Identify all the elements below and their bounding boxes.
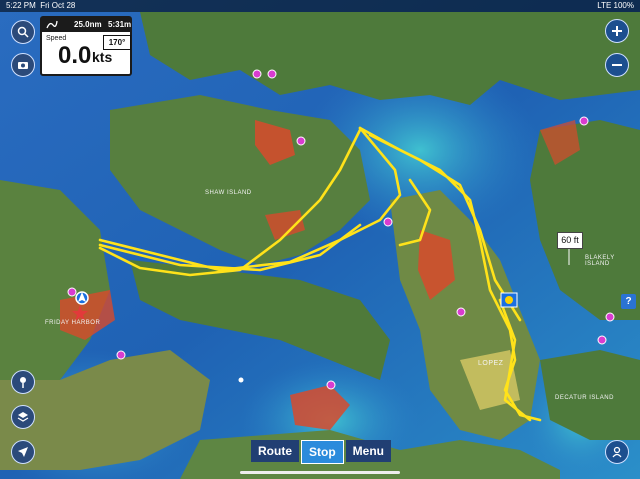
speed-label: Speed bbox=[46, 35, 67, 42]
marina-marker[interactable] bbox=[252, 69, 262, 79]
minus-icon bbox=[612, 64, 622, 66]
marina-marker[interactable] bbox=[296, 136, 306, 146]
person-icon bbox=[612, 446, 622, 458]
locate-button[interactable] bbox=[11, 440, 35, 464]
distance-value: 25.0nm bbox=[74, 20, 102, 29]
layers-icon bbox=[17, 412, 29, 422]
search-icon bbox=[17, 26, 29, 38]
location-arrow-icon bbox=[18, 447, 28, 457]
heading-value: 170° bbox=[103, 35, 131, 50]
camera-icon bbox=[18, 62, 28, 69]
help-icon: ? bbox=[625, 296, 632, 307]
speed-value: 0.0 bbox=[58, 42, 92, 69]
plus-icon bbox=[612, 26, 622, 36]
marina-marker[interactable] bbox=[326, 380, 336, 390]
route-icon bbox=[46, 20, 58, 29]
stop-button[interactable]: Stop bbox=[301, 440, 344, 464]
status-time: 5:22 PM bbox=[6, 1, 36, 10]
marina-marker[interactable] bbox=[267, 69, 277, 79]
status-date: Fri Oct 28 bbox=[40, 1, 76, 10]
search-button[interactable] bbox=[11, 20, 35, 44]
marina-marker[interactable] bbox=[67, 287, 77, 297]
status-bar: 5:22 PM Fri Oct 28 LTE 100% bbox=[0, 0, 640, 12]
map-label-shaw: SHAW ISLAND bbox=[205, 190, 252, 196]
speed-unit: kts bbox=[92, 49, 113, 65]
home-indicator[interactable] bbox=[240, 471, 400, 474]
profile-button[interactable] bbox=[605, 440, 629, 464]
marina-marker[interactable] bbox=[116, 350, 126, 360]
marina-marker[interactable] bbox=[383, 217, 393, 227]
marina-marker[interactable] bbox=[579, 116, 589, 126]
status-battery: LTE 100% bbox=[597, 1, 634, 10]
map-label-blakely: BLAKELY ISLAND bbox=[585, 255, 615, 267]
time-value: 5:31m bbox=[108, 20, 132, 29]
panel-top-bar: 25.0nm 5:31m bbox=[42, 18, 132, 32]
boat-position-icon[interactable] bbox=[75, 291, 89, 305]
pin-icon bbox=[20, 377, 26, 388]
route-button[interactable]: Route bbox=[251, 440, 299, 462]
status-bar-left: 5:22 PM Fri Oct 28 bbox=[6, 1, 75, 10]
pin-button[interactable] bbox=[11, 370, 35, 394]
camera-button[interactable] bbox=[11, 53, 35, 77]
weather-sun-icon bbox=[505, 296, 513, 304]
bottom-toolbar: Route Stop Menu bbox=[251, 440, 392, 464]
map-label-decatur: DECATUR ISLAND bbox=[555, 395, 614, 401]
marina-marker[interactable] bbox=[456, 307, 466, 317]
marina-marker[interactable] bbox=[597, 335, 607, 345]
help-button[interactable]: ? bbox=[621, 294, 636, 309]
map-label-lopez: LOPEZ bbox=[478, 360, 504, 367]
buoy-marker[interactable] bbox=[238, 377, 244, 383]
zoom-in-button[interactable] bbox=[605, 19, 629, 43]
depth-label[interactable]: 60 ft bbox=[557, 232, 583, 249]
map-label-friday-harbor: FRIDAY HARBOR bbox=[45, 320, 101, 326]
marina-marker[interactable] bbox=[605, 312, 615, 322]
layers-button[interactable] bbox=[11, 405, 35, 429]
zoom-out-button[interactable] bbox=[605, 53, 629, 77]
menu-button[interactable]: Menu bbox=[345, 440, 392, 462]
